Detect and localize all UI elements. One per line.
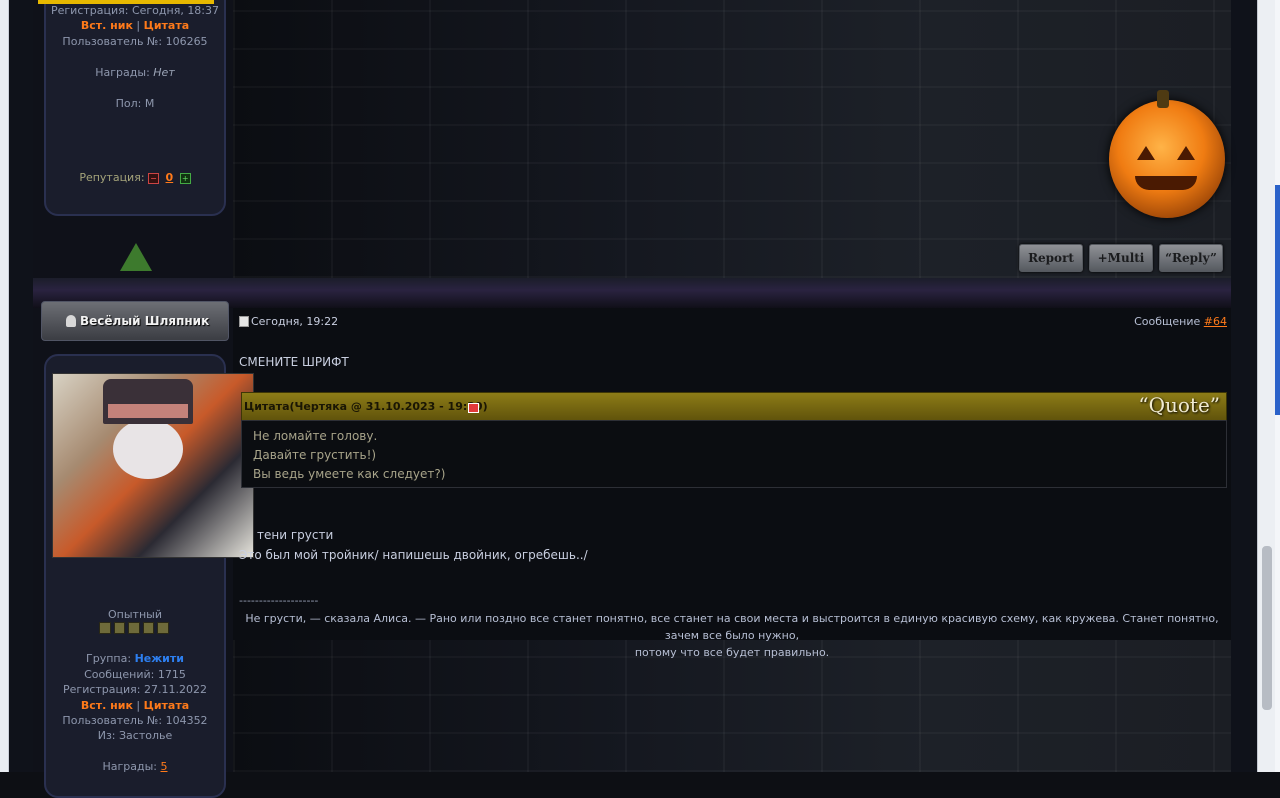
message-number-link[interactable]: #64 <box>1204 315 1227 328</box>
post-number: Сообщение #64 <box>1134 315 1227 328</box>
signature: Не грусти, — сказала Алиса. — Рано или п… <box>239 610 1225 661</box>
author-rank: Опытный <box>108 608 162 621</box>
upper-gender: Пол: М <box>115 97 155 110</box>
star-icon <box>113 622 126 634</box>
quote-header: Цитата(Чертяка @ 31.10.2023 - 19:20) “Qu… <box>241 392 1227 422</box>
author-messages: Сообщений: 1715 <box>84 668 186 681</box>
upper-post-background <box>233 0 1231 278</box>
upper-registration: Регистрация: Сегодня, 18:37 <box>50 4 220 17</box>
star-icon <box>128 622 140 634</box>
awards-label: Награды: <box>102 760 157 773</box>
author-nick-bar[interactable]: Весёлый Шляпник <box>41 301 229 341</box>
quote-source: Цитата(Чертяка @ 31.10.2023 - 19:20) <box>244 400 488 413</box>
author-awards: Награды: 5 <box>46 760 224 773</box>
reputation-value[interactable]: 0 <box>166 171 174 184</box>
author-location: Из: Застолье <box>97 729 173 742</box>
report-button[interactable]: Report <box>1019 244 1083 272</box>
signature-line-1: Не грусти, — сказала Алиса. — Рано или п… <box>245 612 1219 642</box>
awards-value: Нет <box>153 66 175 79</box>
reply-line-1: тени грусти <box>257 528 334 542</box>
insert-nick-link[interactable]: Вст. ник <box>81 699 133 712</box>
lower-links: Вст. ник | Цитата <box>46 699 224 712</box>
reputation-minus-icon[interactable]: − <box>148 172 160 184</box>
upper-reputation: Репутация: − 0 + <box>46 171 224 184</box>
upper-links: Вст. ник | Цитата <box>46 19 224 32</box>
browser-right-edge <box>1275 0 1280 772</box>
author-registration: Регистрация: 27.11.2022 <box>63 683 207 696</box>
insert-nick-link[interactable]: Вст. ник <box>81 19 133 32</box>
post-headline: СМЕНИТЕ ШРИФТ <box>239 355 349 369</box>
user-icon <box>66 315 76 327</box>
quote-badge: “Quote” <box>1138 393 1220 417</box>
reply-line-2: Это был мой тройник/ напишешь двойник, о… <box>239 548 588 562</box>
link-separator: | <box>136 19 141 32</box>
upper-awards: Награды: Нет <box>46 66 224 79</box>
quote-body: Не ломайте голову. Давайте грустить!) Вы… <box>241 420 1227 488</box>
scrollbar-thumb[interactable] <box>1262 546 1272 710</box>
star-icon <box>142 622 155 634</box>
signature-line-2: потому что все будет правильно. <box>634 646 830 659</box>
quote-user-link[interactable]: Цитата <box>144 699 190 712</box>
author-nick[interactable]: Весёлый Шляпник <box>80 314 209 328</box>
signature-divider: -------------------- <box>239 594 319 607</box>
reputation-plus-icon[interactable]: + <box>179 172 191 184</box>
link-separator: | <box>136 699 141 712</box>
rank-stars <box>99 622 169 634</box>
quote-line: Не ломайте голову. <box>253 429 378 443</box>
lower-profile-card: Опытный Группа: Нежити Сообщений: 1715 Р… <box>44 354 254 798</box>
background-window-sliver <box>1275 185 1280 415</box>
upper-user-number: Пользователь №: 106265 <box>62 35 208 48</box>
awards-label: Награды: <box>95 66 150 79</box>
group-value[interactable]: Нежити <box>135 652 184 665</box>
scroll-to-top-icon[interactable] <box>120 243 152 271</box>
vertical-scrollbar[interactable] <box>1257 0 1276 772</box>
forum-page: Регистрация: Сегодня, 18:37 Вст. ник | Ц… <box>9 0 1257 798</box>
star-icon <box>99 622 111 634</box>
multiquote-button[interactable]: +Multi <box>1089 244 1153 272</box>
author-avatar[interactable] <box>52 373 254 558</box>
browser-left-edge <box>0 0 9 772</box>
author-user-number: Пользователь №: 104352 <box>62 714 208 727</box>
group-label: Группа: <box>86 652 132 665</box>
quote-line: Вы ведь умеете как следует?) <box>253 467 446 481</box>
reply-button[interactable]: “Reply” <box>1159 244 1223 272</box>
post-date: Сегодня, 19:22 <box>251 315 339 328</box>
star-icon <box>157 622 169 634</box>
quote-line: Давайте грустить!) <box>253 448 377 462</box>
quote-user-link[interactable]: Цитата <box>144 19 190 32</box>
quote-link-icon[interactable] <box>468 403 479 413</box>
awards-value[interactable]: 5 <box>161 760 168 773</box>
author-group: Группа: Нежити <box>46 652 224 665</box>
reputation-label: Репутация: <box>79 171 145 184</box>
pumpkin-icon <box>1109 90 1225 218</box>
upper-profile-card: Регистрация: Сегодня, 18:37 Вст. ник | Ц… <box>38 0 226 216</box>
post-icon <box>239 316 249 327</box>
message-label: Сообщение <box>1134 315 1201 328</box>
